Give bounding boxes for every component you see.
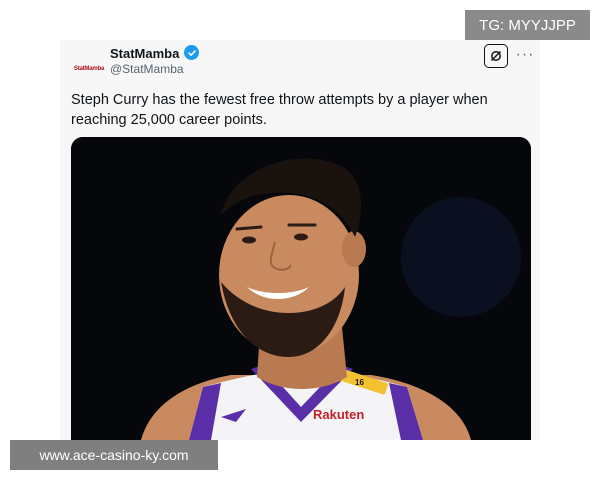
more-options-button[interactable]: ··· (515, 47, 535, 63)
player-eye-right (294, 233, 308, 241)
grok-icon (490, 50, 502, 62)
avatar[interactable]: StatMamba (72, 52, 106, 86)
watermark-website: www.ace-casino-ky.com (10, 440, 218, 470)
tweet-text: Steph Curry has the fewest free throw at… (71, 92, 488, 128)
verified-badge-icon (184, 45, 199, 60)
grok-button[interactable] (484, 44, 508, 68)
player-brow-left (235, 225, 263, 231)
jersey-number: 16 (355, 378, 364, 387)
handle[interactable]: @StatMamba (110, 62, 184, 76)
tweet-media[interactable]: 16 Rakuten (71, 137, 531, 440)
watermark-telegram: TG: MYYJJPP (465, 10, 590, 40)
more-options-icon: ··· (515, 46, 535, 63)
arena-light (401, 197, 521, 317)
player-ear (342, 231, 366, 267)
player-photo: 16 Rakuten (71, 137, 531, 440)
avatar-logo-text: StatMamba (73, 66, 105, 72)
checkmark-icon (187, 49, 196, 56)
player-eye-left (242, 236, 256, 244)
tweet-card[interactable]: StatMamba StatMamba @StatMamba ··· Steph… (60, 40, 540, 440)
jersey-sponsor: Rakuten (313, 407, 364, 422)
display-name[interactable]: StatMamba (110, 46, 179, 61)
